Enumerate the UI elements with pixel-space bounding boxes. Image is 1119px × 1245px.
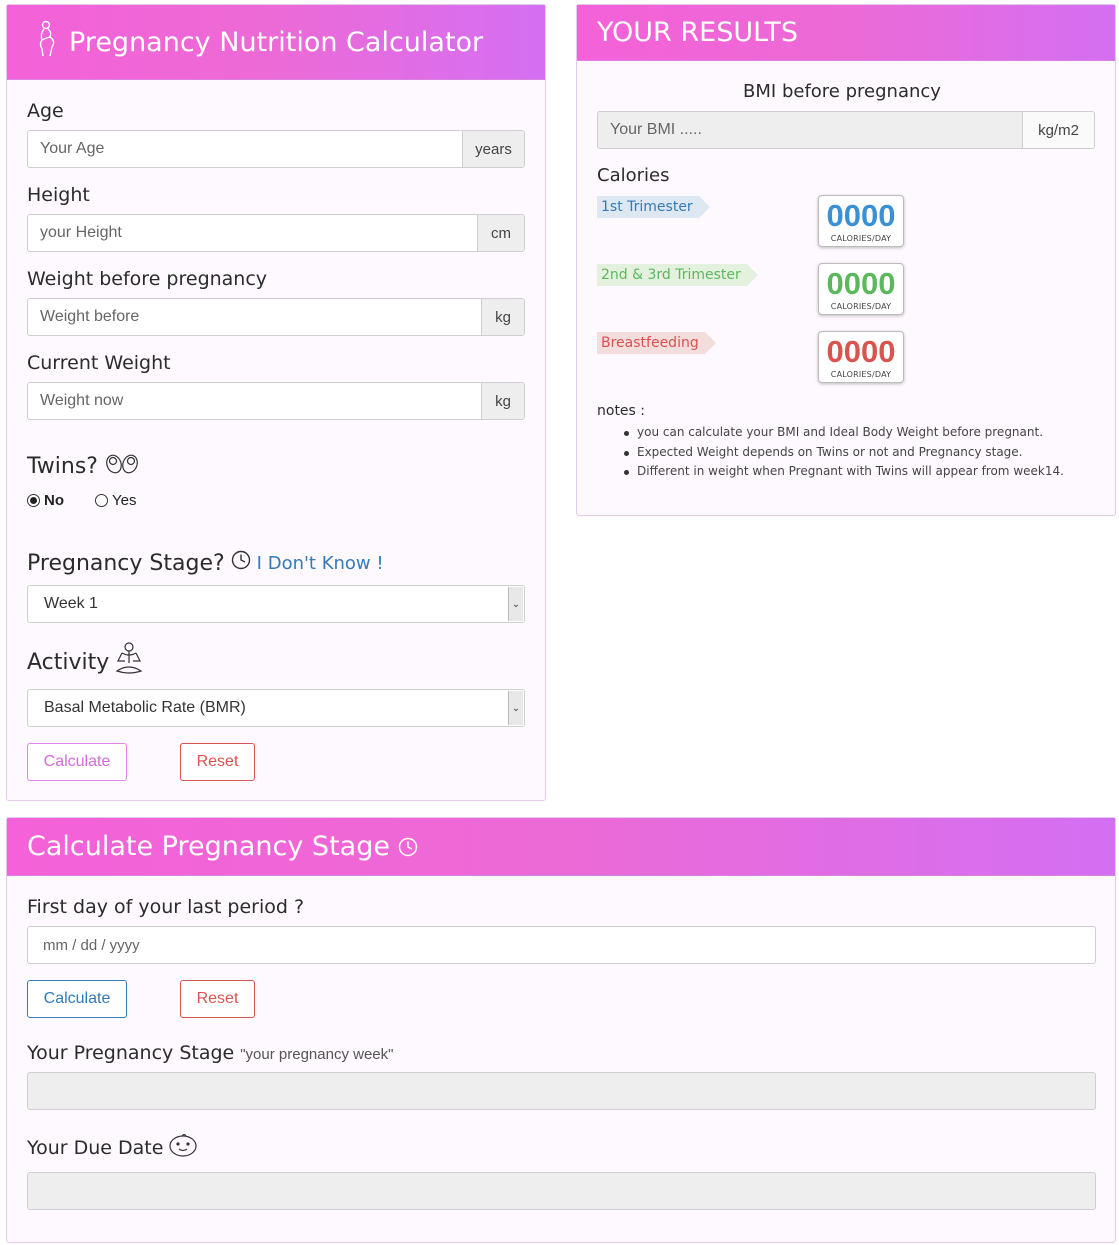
- baby-face-icon: [168, 1132, 198, 1163]
- calculator-header: Pregnancy Nutrition Calculator: [7, 5, 545, 80]
- first-trimester-value: 0000: [826, 198, 896, 233]
- bmi-output: [598, 112, 1022, 148]
- pregnant-woman-icon: [35, 20, 59, 65]
- second-third-trimester-tag: 2nd & 3rd Trimester: [597, 264, 758, 286]
- bmi-heading: BMI before pregnancy: [743, 81, 941, 102]
- twins-icon: [104, 451, 140, 481]
- weight-before-label: Weight before pregnancy: [27, 268, 268, 290]
- current-weight-unit: kg: [481, 383, 524, 419]
- twins-label-text: Twins?: [27, 453, 98, 479]
- activity-label-text: Activity: [27, 649, 110, 675]
- clock-icon: [398, 833, 418, 864]
- note-item: Expected Weight depends on Twins or not …: [623, 445, 1023, 459]
- twins-no-option[interactable]: No: [27, 492, 64, 509]
- second-third-trimester-value: 0000: [826, 266, 896, 301]
- dont-know-link[interactable]: I Don't Know !: [257, 553, 384, 574]
- activity-select-value: Basal Metabolic Rate (BMR): [44, 699, 246, 716]
- bmi-output-group: kg/m2: [597, 111, 1095, 149]
- chevron-down-icon[interactable]: ⌄: [508, 587, 523, 621]
- stage-label: Pregnancy Stage? I Don't Know !: [27, 550, 384, 576]
- breastfeeding-unit: CALORIES/DAY: [830, 370, 892, 379]
- weight-before-input-group: kg: [27, 298, 525, 336]
- current-weight-input-group: kg: [27, 382, 525, 420]
- pregnancy-stage-result-label: Your Pregnancy Stage "your pregnancy wee…: [27, 1042, 393, 1064]
- period-label: First day of your last period ?: [27, 896, 305, 918]
- pregnancy-stage-output: [27, 1072, 1096, 1110]
- stage-calculate-button[interactable]: Calculate: [27, 980, 127, 1018]
- weight-before-unit: kg: [481, 299, 524, 335]
- due-date-output: [27, 1172, 1096, 1210]
- pregnancy-stage-hint: "your pregnancy week": [240, 1046, 394, 1063]
- nutrition-calculator-panel: Pregnancy Nutrition Calculator Age years…: [6, 4, 546, 801]
- note-item: Different in weight when Pregnant with T…: [624, 464, 1064, 478]
- clock-icon: [231, 550, 251, 576]
- second-third-trimester-calories: 0000 CALORIES/DAY: [818, 263, 904, 315]
- twins-no-label: No: [44, 492, 64, 509]
- due-date-text: Your Due Date: [27, 1136, 164, 1159]
- height-input[interactable]: [28, 215, 477, 251]
- notes-heading: notes :: [597, 403, 646, 419]
- stage-calc-title: Calculate Pregnancy Stage: [27, 831, 390, 862]
- stage-label-text: Pregnancy Stage?: [27, 550, 225, 576]
- calculate-button[interactable]: Calculate: [27, 743, 127, 781]
- chevron-down-icon[interactable]: ⌄: [508, 691, 523, 725]
- meditation-icon: [114, 641, 144, 683]
- bmi-unit: kg/m2: [1022, 112, 1094, 148]
- twins-yes-radio[interactable]: [95, 494, 108, 507]
- results-title: YOUR RESULTS: [597, 17, 799, 48]
- height-label: Height: [27, 184, 90, 206]
- results-header: YOUR RESULTS: [577, 5, 1115, 61]
- breastfeeding-calories: 0000 CALORIES/DAY: [818, 331, 904, 383]
- breastfeeding-value: 0000: [826, 334, 896, 369]
- pregnancy-stage-panel: Calculate Pregnancy Stage First day of y…: [6, 817, 1116, 1243]
- second-third-trimester-unit: CALORIES/DAY: [830, 302, 892, 311]
- note-item: you can calculate your BMI and Ideal Bod…: [623, 425, 1044, 439]
- calories-heading: Calories: [597, 165, 670, 186]
- pregnancy-stage-result-text: Your Pregnancy Stage: [27, 1042, 235, 1064]
- period-date-group: [27, 926, 1096, 964]
- twins-no-radio[interactable]: [27, 494, 40, 507]
- reset-button[interactable]: Reset: [180, 743, 255, 781]
- due-date-label: Your Due Date: [27, 1132, 198, 1163]
- weight-before-input[interactable]: [28, 299, 481, 335]
- period-date-input[interactable]: [28, 927, 1095, 963]
- current-weight-input[interactable]: [28, 383, 481, 419]
- calculator-title: Pregnancy Nutrition Calculator: [69, 26, 484, 58]
- stage-select-value: Week 1: [44, 595, 98, 612]
- current-weight-label: Current Weight: [27, 352, 171, 374]
- stage-reset-button[interactable]: Reset: [180, 980, 255, 1018]
- twins-label: Twins?: [27, 451, 140, 481]
- height-unit: cm: [477, 215, 524, 251]
- first-trimester-unit: CALORIES/DAY: [830, 234, 892, 243]
- first-trimester-calories: 0000 CALORIES/DAY: [818, 195, 904, 247]
- stage-calc-header: Calculate Pregnancy Stage: [7, 818, 1115, 876]
- activity-select[interactable]: Basal Metabolic Rate (BMR) ⌄: [27, 689, 525, 727]
- age-input[interactable]: [28, 131, 462, 167]
- height-input-group: cm: [27, 214, 525, 252]
- age-unit: years: [462, 131, 524, 167]
- breastfeeding-tag: Breastfeeding: [597, 332, 716, 354]
- stage-select[interactable]: Week 1 ⌄: [27, 585, 525, 623]
- twins-yes-option[interactable]: Yes: [95, 492, 136, 509]
- twins-yes-label: Yes: [112, 492, 137, 509]
- age-label: Age: [27, 100, 64, 122]
- results-panel: YOUR RESULTS BMI before pregnancy kg/m2 …: [576, 4, 1116, 516]
- first-trimester-tag: 1st Trimester: [597, 196, 710, 218]
- activity-label: Activity: [27, 641, 144, 683]
- age-input-group: years: [27, 130, 525, 168]
